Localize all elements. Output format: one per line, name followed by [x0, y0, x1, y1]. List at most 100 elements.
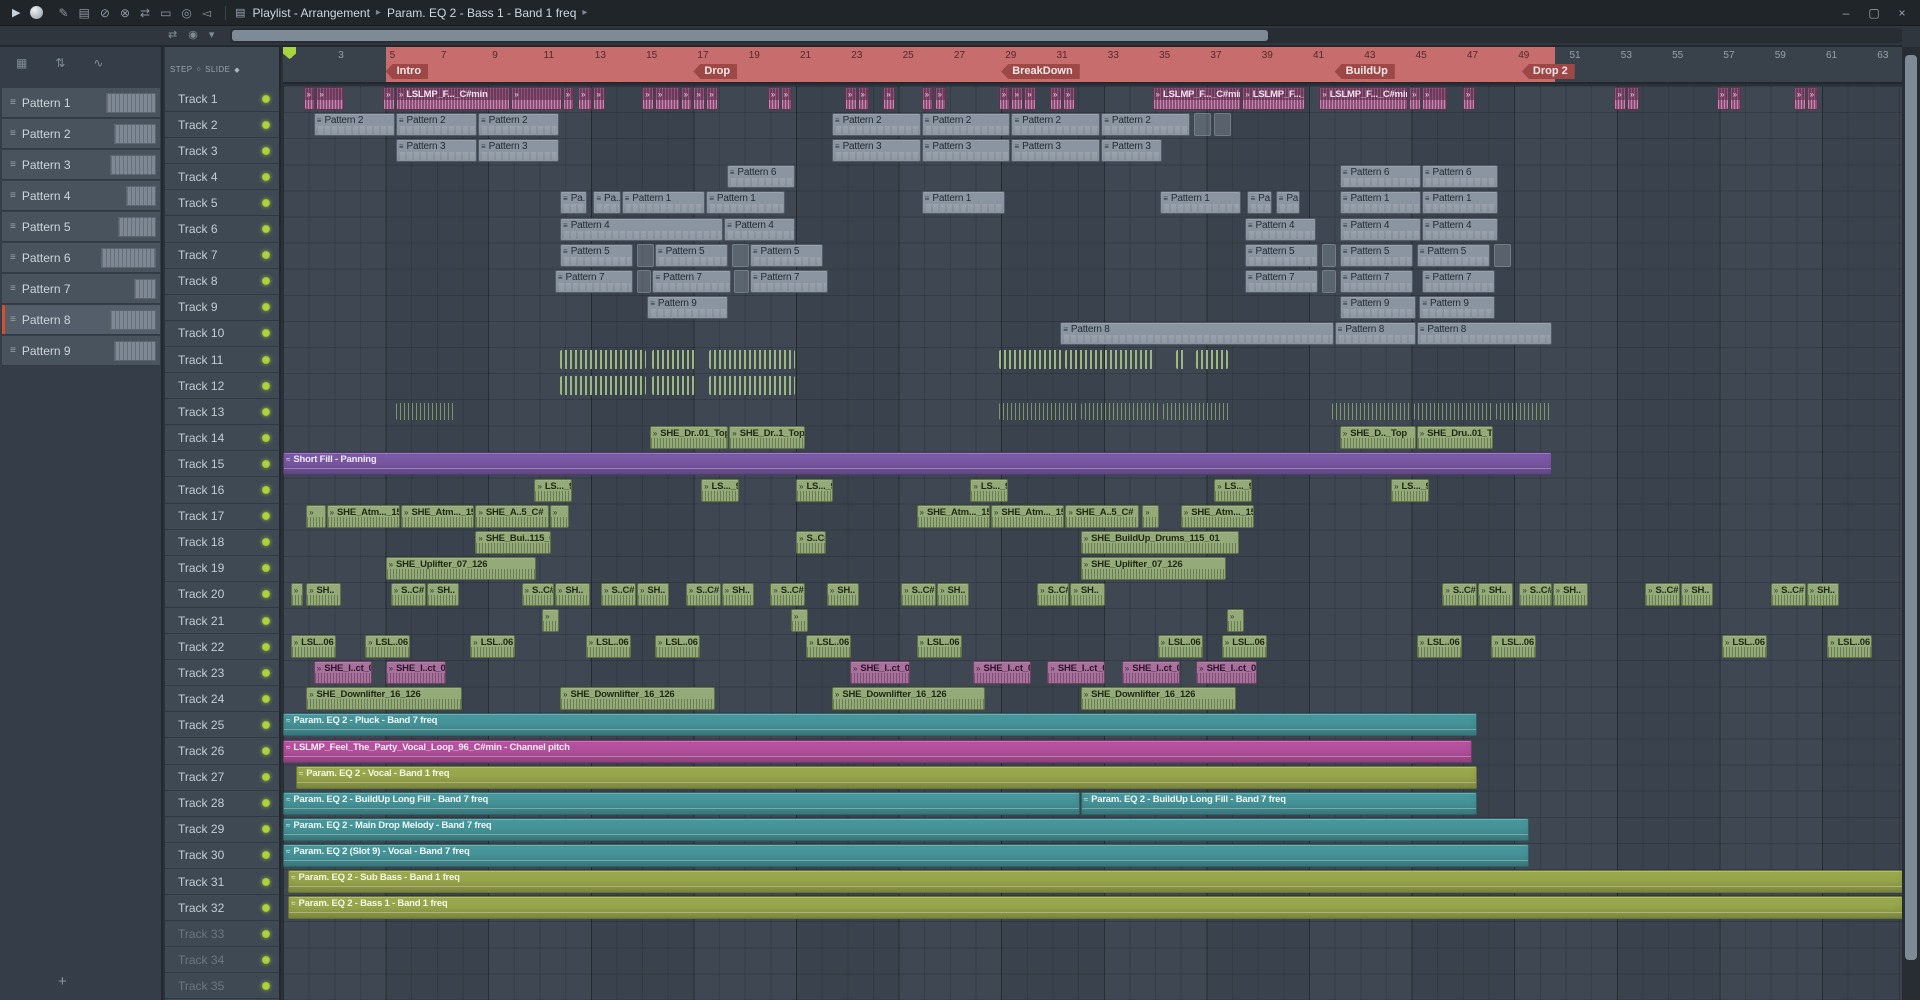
- pattern-clip[interactable]: ≡ Pattern 4: [1244, 217, 1316, 241]
- audio-clip[interactable]: » SH..: [1680, 582, 1714, 606]
- pattern-clip[interactable]: ≡Pa..1: [560, 191, 588, 215]
- audio-clip[interactable]: »: [1793, 87, 1806, 110]
- pattern-clip[interactable]: ≡ Pattern 5: [1339, 243, 1414, 267]
- ghost-clip[interactable]: [1321, 269, 1337, 293]
- pattern-clip[interactable]: ≡ Pattern 4: [724, 217, 795, 241]
- ghost-clip[interactable]: [1493, 243, 1511, 267]
- audio-clip[interactable]: »S..C#: [601, 582, 636, 606]
- zoom-tool-icon[interactable]: ◎: [181, 0, 191, 26]
- audio-stripe-clip[interactable]: [708, 376, 795, 396]
- pattern-clip[interactable]: ≡ Pattern 5: [1244, 243, 1319, 267]
- track-mute-led[interactable]: [262, 642, 270, 651]
- audio-stripe-clip[interactable]: [1162, 403, 1232, 421]
- audio-clip[interactable]: » SH..: [426, 582, 459, 606]
- audio-clip[interactable]: »SHE_I..ct_07: [385, 661, 447, 685]
- track-mute-led[interactable]: [262, 329, 270, 338]
- pattern-clip[interactable]: ≡ Pattern 2: [1011, 113, 1101, 137]
- pattern-clip[interactable]: ≡ Pattern 1: [1421, 191, 1498, 215]
- audio-clip[interactable]: » SH..: [826, 582, 860, 606]
- audio-stripe-clip[interactable]: [998, 403, 1078, 421]
- vertical-scrollbar-thumb[interactable]: [1905, 55, 1917, 960]
- pattern-clip[interactable]: ≡ Pattern 2: [831, 113, 921, 137]
- automation-clip[interactable]: ≈ Param. EQ 2 - BuildUp Long Fill - Band …: [283, 791, 1080, 815]
- track-row[interactable]: Track 17: [165, 504, 279, 530]
- track-row[interactable]: Track 22: [165, 634, 279, 661]
- audio-clip[interactable]: »: [1024, 87, 1037, 110]
- pattern-clip[interactable]: ≡ Pattern 8: [1334, 321, 1416, 345]
- audio-clip[interactable]: »: [654, 87, 680, 110]
- audio-clip[interactable]: »S..C#: [1442, 582, 1478, 606]
- audio-clip[interactable]: »SHE_Bui..115_01: [475, 530, 552, 554]
- audio-clip[interactable]: » LSL..06: [916, 635, 962, 659]
- automation-clip[interactable]: ≈ Param. EQ 2 - BuildUp Long Fill - Band …: [1080, 791, 1478, 815]
- pattern-item[interactable]: ≡ Pattern 6: [2, 243, 160, 273]
- ghost-clip[interactable]: [1193, 113, 1211, 137]
- track-mute-led[interactable]: [262, 172, 270, 181]
- audio-clip[interactable]: »LSLMP_F..._C#min: [1319, 87, 1409, 110]
- audio-clip[interactable]: »S..C#: [770, 582, 806, 606]
- audio-clip[interactable]: »LS..._96: [534, 478, 572, 502]
- audio-clip[interactable]: » SHE_Dr..1_Top: [729, 426, 806, 450]
- pattern-clip[interactable]: ≡ Pattern 3: [477, 139, 560, 163]
- track-row[interactable]: Track 26: [165, 739, 279, 765]
- pattern-clip[interactable]: ≡ Pattern 9: [1419, 295, 1496, 319]
- automation-clip[interactable]: ≈ Short Fill - Panning: [283, 452, 1552, 476]
- timeline-marker[interactable]: Drop 2: [1521, 64, 1575, 79]
- track-mute-led[interactable]: [262, 981, 270, 990]
- audio-clip[interactable]: » SHE_Uplifter_07_126: [385, 556, 536, 580]
- link-icon[interactable]: ⇄: [168, 28, 177, 41]
- knob-icon[interactable]: ◉: [188, 28, 198, 41]
- audio-clip[interactable]: »: [1062, 87, 1075, 110]
- pattern-clip[interactable]: ≡ Pattern 7: [749, 269, 829, 293]
- audio-clip[interactable]: »SHE_Dru..01_Top: [1416, 426, 1493, 450]
- minimize-button[interactable]: –: [1832, 0, 1860, 26]
- step-slide-toggles[interactable]: STEP ○ SLIDE ◆: [170, 65, 240, 74]
- dropdown-icon[interactable]: ▾: [209, 28, 215, 41]
- pattern-clip[interactable]: ≡Pa..1: [1247, 191, 1273, 215]
- audio-stripe-clip[interactable]: [652, 350, 695, 369]
- pattern-clip[interactable]: ≡ Pattern 7: [1421, 269, 1496, 293]
- audio-stripe-clip[interactable]: [1080, 403, 1160, 421]
- audio-clip[interactable]: » SH..: [636, 582, 670, 606]
- sort-view-icon[interactable]: ⇅: [55, 56, 65, 70]
- audio-clip[interactable]: » SHE_Downlifter_16_126: [560, 687, 716, 711]
- audio-clip[interactable]: »SHE_Atm..._15_C#: [400, 504, 475, 528]
- track-mute-led[interactable]: [262, 198, 270, 207]
- audio-stripe-clip[interactable]: [1175, 350, 1185, 369]
- track-mute-led[interactable]: [262, 929, 270, 938]
- audio-stripe-clip[interactable]: [1414, 403, 1493, 421]
- track-row[interactable]: Track 28: [165, 791, 279, 817]
- pattern-clip[interactable]: ≡ Pattern 1: [706, 191, 785, 215]
- track-row[interactable]: Track 15: [165, 451, 279, 478]
- pattern-clip[interactable]: ≡ Pattern 5: [560, 243, 634, 267]
- ghost-clip[interactable]: [636, 243, 654, 267]
- audio-stripe-clip[interactable]: [1496, 403, 1552, 421]
- audio-clip[interactable]: »: [642, 87, 654, 110]
- pattern-clip[interactable]: ≡ Pattern 1: [1160, 191, 1242, 215]
- audio-clip[interactable]: »: [1716, 87, 1729, 110]
- audio-clip[interactable]: »S..C#: [1519, 582, 1552, 606]
- breadcrumb-root[interactable]: Playlist - Arrangement: [253, 6, 370, 20]
- automation-clip[interactable]: ≈ LSLMP_Feel_The_Party_Vocal_Loop_96_C#mi…: [283, 739, 1473, 763]
- audio-clip[interactable]: »LS..._96: [970, 478, 1008, 502]
- track-mute-led[interactable]: [262, 381, 270, 390]
- track-mute-led[interactable]: [262, 773, 270, 782]
- audio-clip[interactable]: »: [1409, 87, 1421, 110]
- audio-clip[interactable]: »: [1729, 87, 1742, 110]
- maximize-button[interactable]: ▢: [1860, 0, 1888, 26]
- audio-clip[interactable]: »S..C#: [1770, 582, 1806, 606]
- pattern-clip[interactable]: ≡ Pattern 5: [749, 243, 824, 267]
- ghost-clip[interactable]: [734, 269, 749, 293]
- track-mute-led[interactable]: [262, 903, 270, 912]
- audio-clip[interactable]: »: [693, 87, 706, 110]
- track-mute-led[interactable]: [262, 355, 270, 364]
- track-mute-led[interactable]: [262, 590, 270, 599]
- breadcrumb-current[interactable]: Param. EQ 2 - Bass 1 - Band 1 freq: [387, 6, 576, 20]
- track-mute-led[interactable]: [262, 120, 270, 129]
- automation-clip[interactable]: ≈ Param. EQ 2 - Pluck - Band 7 freq: [283, 713, 1478, 737]
- pattern-clip[interactable]: ≡ Pattern 2: [395, 113, 477, 137]
- pattern-item[interactable]: ≡ Pattern 3: [2, 150, 160, 180]
- track-row[interactable]: Track 34: [165, 947, 279, 974]
- audio-clip[interactable]: » SHE_D.._Top: [1339, 426, 1416, 450]
- audio-clip[interactable]: » LSL..06: [1827, 635, 1873, 659]
